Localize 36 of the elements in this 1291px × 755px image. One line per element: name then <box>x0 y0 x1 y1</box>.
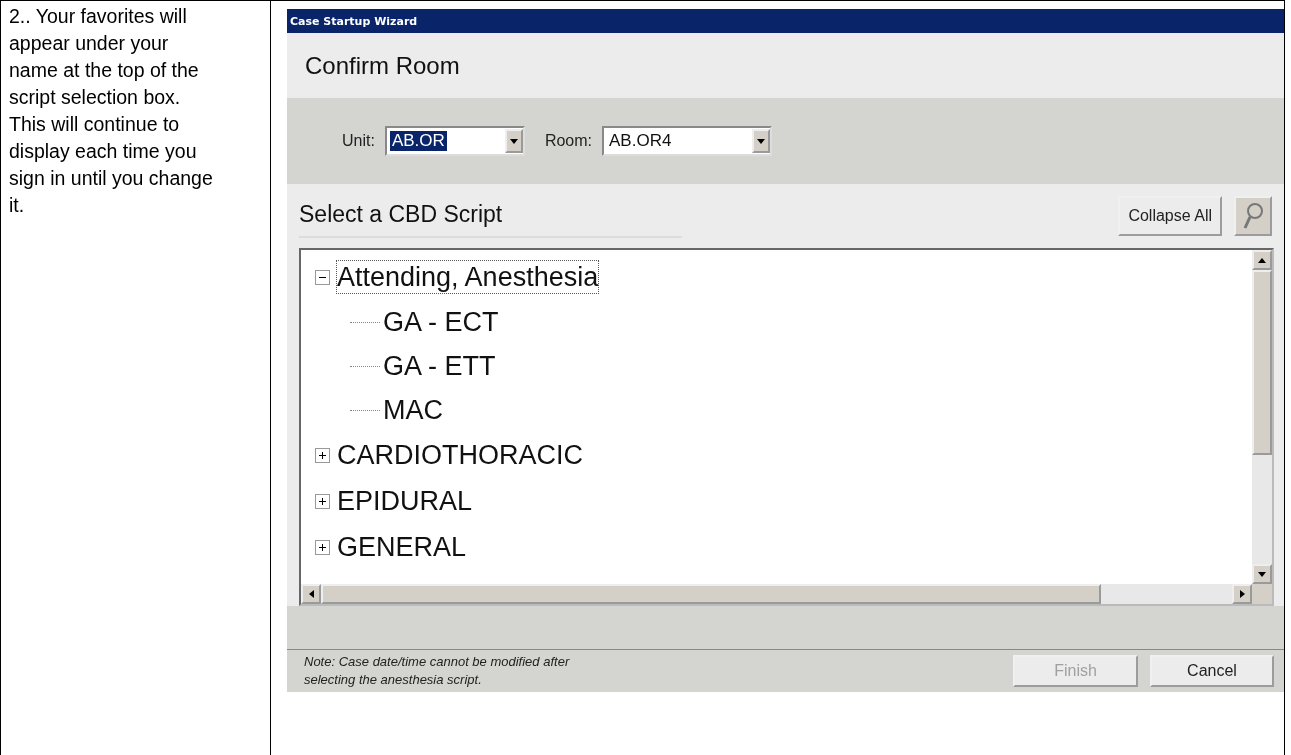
field-value: AB.OR4 <box>608 131 673 151</box>
dropdown-button[interactable] <box>752 129 771 153</box>
field-value: AB.OR <box>389 131 447 151</box>
tree-item[interactable]: GA - ETT <box>382 348 497 384</box>
page-heading: Confirm Room <box>305 51 460 80</box>
tree-item[interactable]: Attending, Anesthesia <box>336 259 600 295</box>
left-arrow-icon <box>308 590 314 598</box>
tree-item[interactable]: GA - ECT <box>382 304 500 340</box>
scrollbar-corner <box>1252 584 1272 604</box>
horizontal-scrollbar[interactable] <box>301 584 1252 604</box>
dropdown-field[interactable]: AB.OR <box>384 126 525 156</box>
expand-icon[interactable] <box>315 447 330 463</box>
note-text: Note: Case date/time cannot be modified after selecting the anesthesia script. <box>304 653 571 689</box>
tree-item[interactable]: CARDIOTHORACIC <box>336 437 584 473</box>
collapse-icon[interactable] <box>315 269 330 285</box>
vertical-scrollbar[interactable] <box>1252 250 1272 584</box>
expand-icon[interactable] <box>315 539 330 555</box>
expand-icon[interactable] <box>315 493 330 509</box>
instruction-text: 2.. Your favorites will appear under your name at the top of the script selection box. This will continue to display each time you sign in until you change it. <box>9 4 214 218</box>
section-title: Select a CBD Script <box>299 194 683 238</box>
caret-icon <box>509 138 518 144</box>
window-title: Case Startup Wizard <box>287 9 1284 33</box>
caret-icon <box>757 138 766 144</box>
cancel-button[interactable]: Cancel <box>1150 655 1274 687</box>
dropdown-field[interactable]: AB.OR4 <box>602 126 773 156</box>
field-label: Unit: <box>342 132 375 150</box>
right-arrow-icon <box>1239 590 1245 598</box>
collapse-all-button[interactable]: Collapse All <box>1118 196 1222 236</box>
tree-item[interactable]: MAC <box>382 392 444 428</box>
up-arrow-icon <box>1258 257 1266 263</box>
down-arrow-icon <box>1258 571 1266 577</box>
field-label: Room: <box>544 132 593 150</box>
dropdown-button[interactable] <box>504 129 523 153</box>
search-button[interactable] <box>1234 196 1272 236</box>
tree-item[interactable]: EPIDURAL <box>336 483 474 519</box>
tree-item[interactable]: GENERAL <box>336 529 468 565</box>
